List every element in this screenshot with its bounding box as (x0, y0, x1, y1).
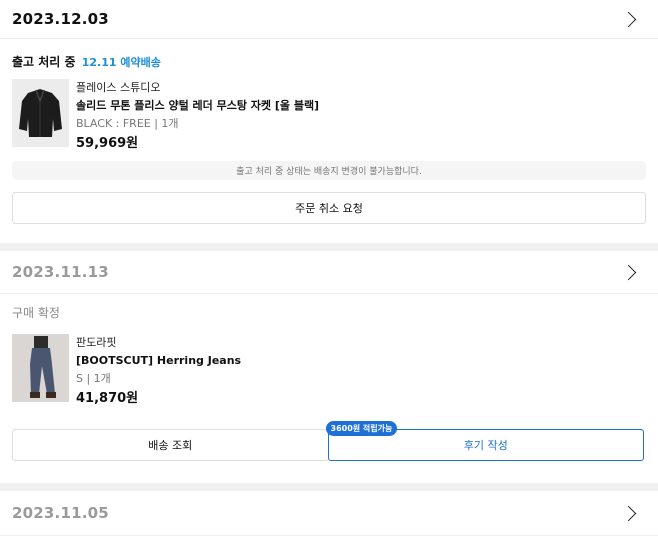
order-card: 2023.12.03 출고 처리 중 12.11 예약배송 플레이스 스튜디오 … (0, 0, 658, 243)
track-delivery-button[interactable]: 배송 조회 (12, 429, 329, 461)
product-info: 판도라핏 [BOOTSCUT] Herring Jeans S | 1개 41,… (76, 334, 241, 408)
section-divider (0, 483, 658, 491)
order-status: 출고 처리 중 12.11 예약배송 (0, 53, 658, 70)
product-name[interactable]: 솔리드 무톤 플리스 양털 레더 무스탕 자켓 [올 블랙] (76, 97, 319, 115)
order-date: 2023.11.05 (12, 504, 109, 522)
product-brand[interactable]: 플레이스 스튜디오 (76, 79, 319, 97)
chevron-right-icon[interactable] (620, 264, 637, 280)
order-card: 2023.11.13 구매 확정 판도라핏 [BOOTSCUT] Herring… (0, 251, 658, 483)
order-header[interactable]: 2023.11.05 (0, 491, 658, 536)
order-header[interactable]: 2023.11.13 (0, 251, 658, 294)
status-text: 구매 확정 (12, 306, 60, 320)
shipping-notice: 출고 처리 중 상태는 배송지 변경이 불가능합니다. (12, 161, 646, 180)
product-option: BLACK : FREE | 1개 (76, 117, 179, 130)
order-actions: 배송 조회 3600원 적립가능 후기 작성 (12, 421, 644, 461)
product-brand[interactable]: 판도라핏 (76, 334, 241, 352)
product-price: 41,870원 (76, 391, 139, 406)
write-review-label: 후기 작성 (463, 439, 508, 452)
product-option: S | 1개 (76, 372, 111, 385)
product-thumbnail[interactable] (12, 334, 69, 402)
product-name[interactable]: [BOOTSCUT] Herring Jeans (76, 352, 241, 370)
chevron-right-icon[interactable] (620, 11, 637, 27)
chevron-right-icon[interactable] (620, 505, 637, 521)
order-header[interactable]: 2023.12.03 (0, 0, 658, 39)
product-price: 59,969원 (76, 136, 139, 151)
product-info: 플레이스 스튜디오 솔리드 무톤 플리스 양털 레더 무스탕 자켓 [올 블랙]… (76, 79, 319, 153)
delivery-eta: 12.11 예약배송 (81, 56, 161, 69)
section-divider (0, 243, 658, 251)
product-row[interactable]: 플레이스 스튜디오 솔리드 무톤 플리스 양털 레더 무스탕 자켓 [올 블랙]… (0, 79, 658, 153)
product-thumbnail[interactable] (12, 79, 69, 147)
order-status: 구매 확정 (0, 304, 658, 321)
reward-badge: 3600원 적립가능 (325, 421, 398, 436)
order-date: 2023.12.03 (12, 10, 109, 28)
product-row[interactable]: 판도라핏 [BOOTSCUT] Herring Jeans S | 1개 41,… (0, 334, 658, 408)
order-date: 2023.11.13 (12, 263, 109, 281)
status-text: 출고 처리 중 (12, 55, 76, 69)
write-review-button[interactable]: 3600원 적립가능 후기 작성 (325, 421, 644, 461)
order-card: 2023.11.05 (0, 491, 658, 536)
cancel-order-button[interactable]: 주문 취소 요청 (12, 192, 646, 224)
